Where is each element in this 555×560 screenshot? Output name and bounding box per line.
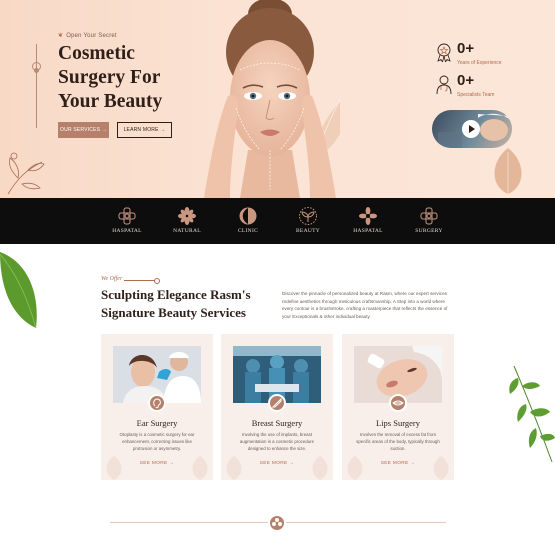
service-card-breast-surgery[interactable]: Breast Surgery Involving the use of impl… xyxy=(221,334,333,480)
video-thumbnail[interactable] xyxy=(432,110,512,148)
service-name: Ear Surgery xyxy=(136,418,178,428)
service-name: Lips Surgery xyxy=(376,418,420,428)
service-description: Involving the use of implants, breast au… xyxy=(239,432,315,451)
eyebrow-divider xyxy=(124,278,160,284)
scalpel-icon xyxy=(268,394,286,412)
green-leaf-decoration-icon xyxy=(0,252,37,329)
our-services-button[interactable]: OUR SERVICES → xyxy=(58,122,109,138)
cross-flower-icon xyxy=(420,207,438,225)
model-face-image xyxy=(204,0,340,198)
cross-flower-icon xyxy=(118,207,136,225)
leaf-watermark-icon xyxy=(106,456,122,480)
lips-icon xyxy=(389,394,407,412)
service-description: Involves the removal of excess fat from … xyxy=(356,432,440,451)
flower-badge-icon xyxy=(268,514,286,532)
stat-value: 0+ xyxy=(457,72,475,89)
doctor-icon xyxy=(436,75,452,94)
ear-icon xyxy=(148,394,166,412)
service-card-ear-surgery[interactable]: Ear Surgery Otoplasty is a cosmetic surg… xyxy=(101,334,213,480)
hero-slider-rail[interactable] xyxy=(32,44,41,128)
stat-experience: 0+ Years of Experience xyxy=(435,40,545,70)
learn-more-button[interactable]: LEARN MORE → xyxy=(117,122,172,138)
stat-value: 0+ xyxy=(457,40,475,57)
leaf-circle-icon xyxy=(239,207,257,225)
hero-tagline: ❦ Open Your Secret xyxy=(58,33,117,39)
headline-line: Your Beauty xyxy=(58,91,163,112)
headline-line: Surgery For xyxy=(58,67,161,88)
strip-item-natural: NATURAL xyxy=(157,206,217,234)
strip-item-haspatal-2: HASPATAL xyxy=(338,206,398,234)
service-description: Otoplasty is a cosmetic surgery for ear … xyxy=(119,432,195,451)
leaf-watermark-icon xyxy=(347,456,363,480)
sprout-icon xyxy=(299,207,317,225)
strip-item-clinic: CLINIC xyxy=(218,206,278,234)
offer-title: Sculpting Elegance Rasm's Signature Beau… xyxy=(101,287,251,320)
strip-item-haspatal: HASPATAL xyxy=(97,206,157,234)
strip-item-surgery: SURGERY xyxy=(399,206,459,234)
service-name: Breast Surgery xyxy=(251,418,303,428)
lotus-icon: ❦ xyxy=(58,33,64,39)
headline-line: Cosmetic xyxy=(58,43,135,64)
service-card-lips-surgery[interactable]: Lips Surgery Involves the removal of exc… xyxy=(342,334,454,480)
hero-section: ❦ Open Your Secret Cosmetic Surgery For Y… xyxy=(0,0,555,198)
play-icon[interactable] xyxy=(462,120,480,138)
offer-description: Discover the pinnacle of personalized be… xyxy=(282,291,448,319)
offer-eyebrow: We Offer xyxy=(101,276,123,282)
green-branch-decoration-icon xyxy=(509,365,555,463)
stat-label: Specialists Team xyxy=(457,92,495,98)
leaf-watermark-icon xyxy=(226,456,242,480)
asterisk-flower-icon xyxy=(178,207,196,225)
leaf-watermark-icon xyxy=(192,456,208,480)
stat-label: Years of Experience xyxy=(457,60,502,66)
leaf-decoration-icon xyxy=(494,148,522,194)
floral-decoration-icon xyxy=(7,152,45,195)
leaf-watermark-icon xyxy=(312,456,328,480)
feature-strip: HASPATAL NATURAL CLINIC BEAUTY HASPATAL … xyxy=(0,198,555,244)
medal-icon xyxy=(437,43,451,62)
stat-specialists: 0+ Specialists Team xyxy=(435,72,545,102)
leaf-watermark-icon xyxy=(433,456,449,480)
hero-headline: Cosmetic Surgery For Your Beauty xyxy=(58,42,218,114)
strip-item-beauty: BEAUTY xyxy=(278,206,338,234)
asterisk-flower-icon xyxy=(359,207,377,225)
